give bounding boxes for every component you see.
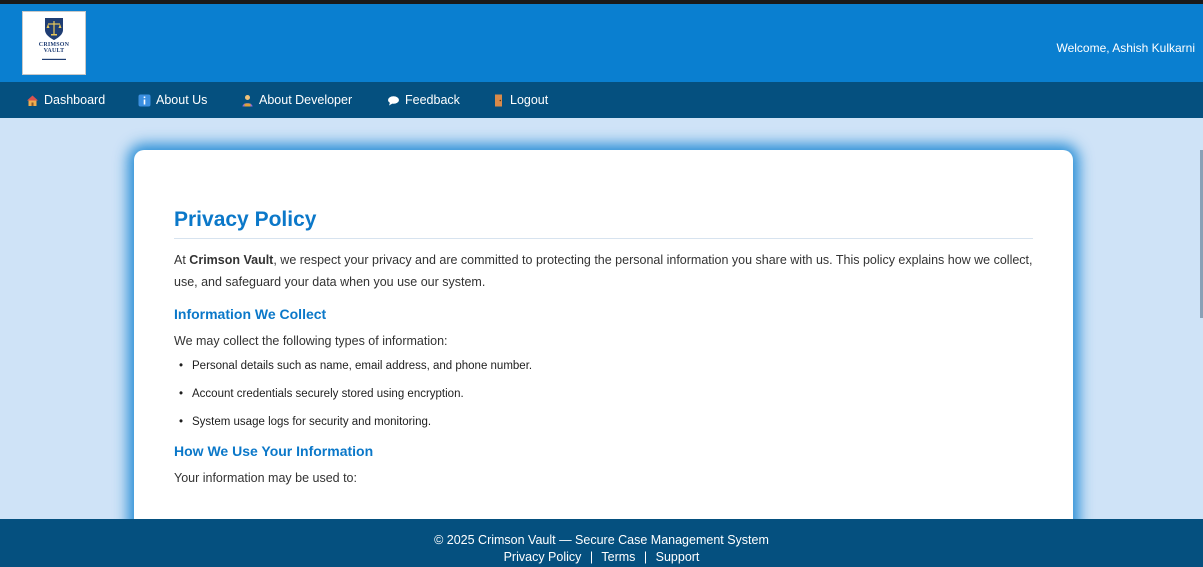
- door-icon: [492, 94, 505, 107]
- footer-link-privacy-policy[interactable]: Privacy Policy: [504, 550, 582, 564]
- logo-subtitle: VAULT: [43, 48, 65, 54]
- nav-label-logout: Logout: [510, 93, 549, 107]
- footer-link-terms[interactable]: Terms: [601, 550, 635, 564]
- page-footer: © 2025 Crimson Vault — Secure Case Manag…: [0, 519, 1203, 567]
- intro-prefix: At: [174, 253, 190, 267]
- footer-copyright: © 2025 Crimson Vault — Secure Case Manag…: [434, 533, 769, 547]
- nav-item-about-developer[interactable]: About Developer: [241, 82, 352, 118]
- section-heading-how-we-use: How We Use Your Information: [174, 443, 374, 459]
- nav-item-about-us[interactable]: About Us: [138, 82, 207, 118]
- nav-item-feedback[interactable]: Feedback: [387, 82, 460, 118]
- list-item: Account credentials securely stored usin…: [179, 385, 1033, 404]
- nav-label-about-developer: About Developer: [259, 93, 353, 107]
- developer-icon: [241, 94, 254, 107]
- nav-item-logout[interactable]: Logout: [492, 82, 548, 118]
- app-header: CRIMSON VAULT ▬▬▬▬▬▬ Welcome, Ashish Kul…: [0, 4, 1203, 82]
- intro-paragraph: At Crimson Vault, we respect your privac…: [174, 249, 1033, 293]
- section-text-information-collect: We may collect the following types of in…: [174, 334, 448, 348]
- house-icon: [26, 94, 39, 107]
- info-icon: [138, 94, 151, 107]
- list-item: Personal details such as name, email add…: [179, 357, 1033, 376]
- welcome-text: Welcome, Ashish Kulkarni: [1056, 41, 1195, 55]
- policy-content: Privacy Policy At Crimson Vault, we resp…: [174, 208, 1033, 489]
- section-heading-information-collect: Information We Collect: [174, 306, 327, 322]
- main-nav: Dashboard About Us About Developer Feedb…: [0, 82, 1203, 118]
- speech-bubble-icon: [387, 94, 400, 107]
- footer-separator: |: [589, 550, 594, 564]
- scales-shield-icon: [45, 18, 63, 40]
- nav-label-feedback: Feedback: [405, 93, 460, 107]
- intro-text: , we respect your privacy and are commit…: [174, 253, 1033, 289]
- information-list: Personal details such as name, email add…: [174, 357, 1033, 432]
- nav-label-about-us: About Us: [156, 93, 208, 107]
- logo-tagline-mark: ▬▬▬▬▬▬: [42, 56, 66, 61]
- brand-name: Crimson Vault: [189, 253, 274, 267]
- privacy-policy-card: Privacy Policy At Crimson Vault, we resp…: [134, 150, 1073, 540]
- section-text-how-we-use: Your information may be used to:: [174, 471, 357, 485]
- footer-separator: |: [643, 550, 648, 564]
- nav-label-dashboard: Dashboard: [44, 93, 106, 107]
- page-title: Privacy Policy: [174, 208, 1033, 239]
- list-item: System usage logs for security and monit…: [179, 413, 1033, 432]
- nav-item-dashboard[interactable]: Dashboard: [26, 82, 105, 118]
- footer-link-support[interactable]: Support: [656, 550, 700, 564]
- footer-links: Privacy Policy | Terms | Support: [0, 550, 1203, 564]
- crimson-vault-logo[interactable]: CRIMSON VAULT ▬▬▬▬▬▬: [22, 11, 86, 75]
